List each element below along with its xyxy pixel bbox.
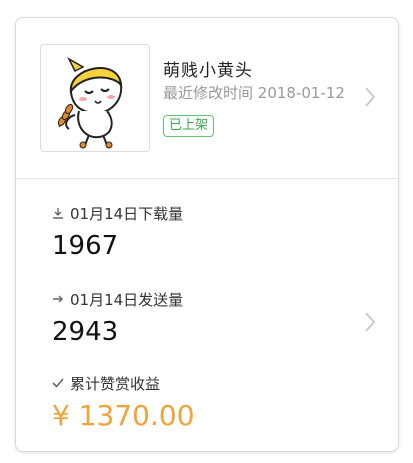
last-modified-date: 2018-01-12 [257, 84, 345, 102]
last-modified-label: 最近修改时间 [163, 84, 254, 102]
downloads-stat: 01月14日下载量 1967 [52, 203, 352, 262]
sticker-card: 萌贱小黄头 最近修改时间 2018-01-12 已上架 01月14日下载量 19… [15, 17, 399, 452]
status-badge: 已上架 [163, 115, 215, 137]
last-modified: 最近修改时间 2018-01-12 [163, 82, 345, 103]
chevron-right-icon[interactable] [364, 86, 376, 108]
downloads-value: 1967 [52, 231, 119, 261]
sticker-title: 萌贱小黄头 [163, 61, 253, 81]
sends-stat: 01月14日发送量 2943 [52, 289, 352, 348]
sends-label: 01月14日发送量 [70, 290, 184, 309]
download-icon [53, 208, 63, 219]
reward-stat: 累计赞赏收益 ¥ 1370.00 [52, 373, 352, 433]
divider [16, 178, 398, 179]
chevron-right-icon[interactable] [364, 311, 376, 333]
reward-value: ¥ 1370.00 [52, 399, 195, 432]
reward-label: 累计赞赏收益 [70, 374, 161, 393]
sticker-thumbnail[interactable] [40, 44, 150, 152]
arrow-right-icon [53, 295, 63, 303]
sends-value: 2943 [52, 317, 119, 347]
downloads-label: 01月14日下载量 [70, 204, 184, 223]
check-icon [52, 378, 64, 388]
sticker-header[interactable]: 萌贱小黄头 最近修改时间 2018-01-12 已上架 [16, 18, 398, 178]
sticker-character-image [57, 57, 123, 149]
